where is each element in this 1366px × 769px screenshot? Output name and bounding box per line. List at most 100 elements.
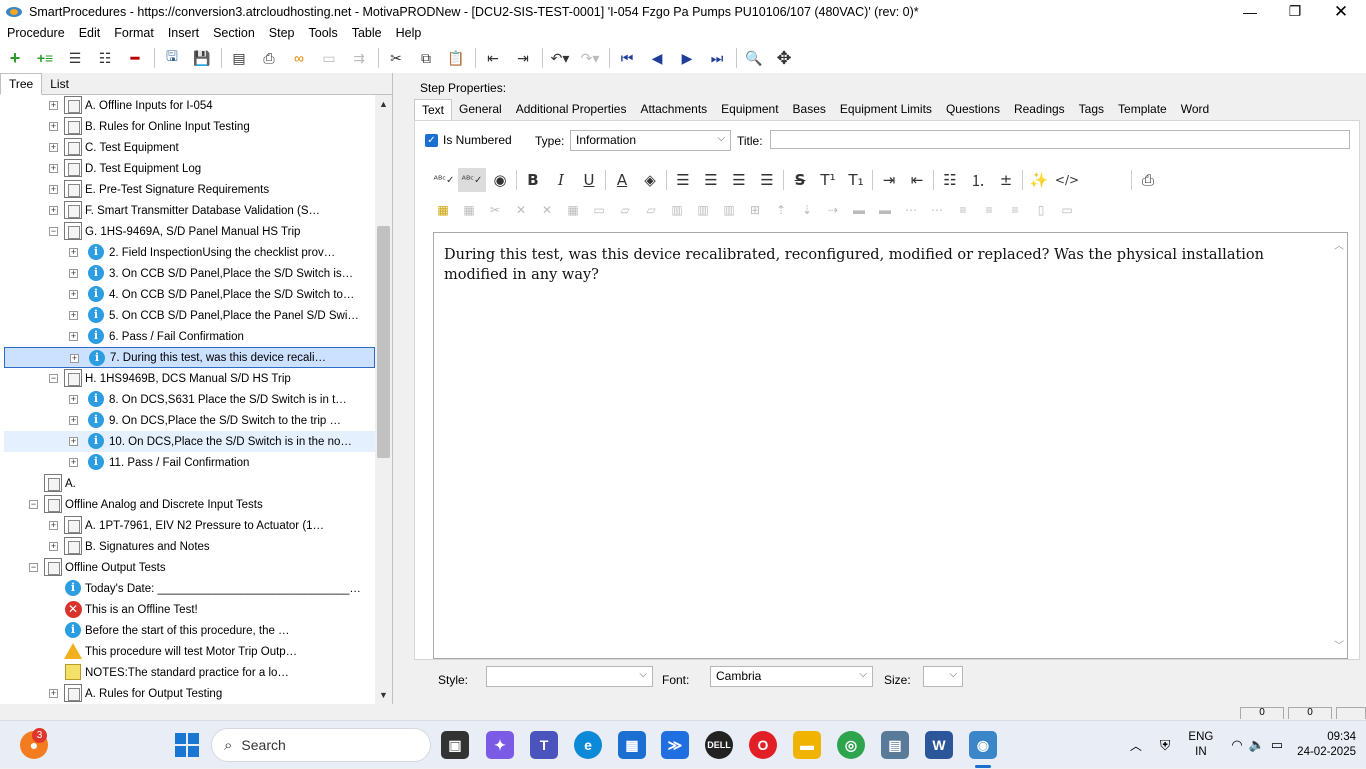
copy-icon[interactable]: ⧉: [415, 47, 437, 69]
remote-desktop-icon[interactable]: ▤: [881, 731, 909, 759]
list-edit-icon[interactable]: ☷: [94, 47, 116, 69]
expand-icon[interactable]: +: [69, 416, 78, 425]
tree-item[interactable]: + A. Offline Inputs for I-054: [4, 95, 375, 116]
expand-icon[interactable]: +: [49, 122, 58, 131]
remove-icon[interactable]: ━: [124, 47, 146, 69]
collapse-icon[interactable]: −: [29, 563, 38, 572]
teams-icon[interactable]: T: [530, 731, 558, 759]
opera-icon[interactable]: O: [749, 731, 777, 759]
expand-icon[interactable]: +: [69, 458, 78, 467]
clock[interactable]: 09:34 24-02-2025: [1297, 730, 1356, 760]
superscript-icon[interactable]: T¹: [814, 168, 842, 192]
tree-item[interactable]: ✕ This is an Offline Test!: [4, 599, 375, 620]
store-icon[interactable]: ▦: [618, 731, 646, 759]
save-icon[interactable]: 💾: [191, 47, 213, 69]
menu-insert[interactable]: Insert: [161, 26, 206, 40]
undo-icon[interactable]: ↶▾: [549, 47, 571, 69]
minimize-button[interactable]: —: [1227, 0, 1273, 23]
font-color-icon[interactable]: A: [608, 168, 636, 192]
tree-item[interactable]: + F. Smart Transmitter Database Validatio…: [4, 200, 375, 221]
tree-item[interactable]: + i 8. On DCS,S631 Place the S/D Switch is…: [4, 389, 375, 410]
expand-icon[interactable]: +: [69, 395, 78, 404]
tree-item[interactable]: NOTES:The standard practice for a lo…: [4, 662, 375, 683]
chevron-up-icon[interactable]: ︿: [1334, 237, 1344, 252]
battery-icon[interactable]: ▭: [1271, 737, 1283, 753]
tree-item[interactable]: + i 11. Pass / Fail Confirmation: [4, 452, 375, 473]
cut-icon[interactable]: ✂: [385, 47, 407, 69]
tab-attachments[interactable]: Attachments: [633, 99, 714, 120]
first-step-icon[interactable]: ⏮: [616, 47, 638, 69]
tab-template[interactable]: Template: [1111, 99, 1174, 120]
scroll-thumb[interactable]: [377, 226, 390, 458]
tree-item[interactable]: i Before the start of this procedure, the…: [4, 620, 375, 641]
expand-icon[interactable]: +: [69, 437, 78, 446]
copilot-icon[interactable]: ✦: [486, 731, 514, 759]
menu-tools[interactable]: Tools: [302, 26, 345, 40]
magic-wand-icon[interactable]: ✨: [1025, 168, 1053, 192]
step-text[interactable]: During this test, was this device recali…: [444, 245, 1329, 285]
title-input[interactable]: [770, 130, 1350, 149]
tree-item[interactable]: + B. Rules for Online Input Testing: [4, 116, 375, 137]
link-icon[interactable]: ∞: [288, 47, 310, 69]
spellcheck-icon[interactable]: ᴬᴮᶜ✓: [430, 168, 458, 192]
tree-item[interactable]: + A. 1PT-7961, EIV N2 Pressure to Actuato…: [4, 515, 375, 536]
tree-item[interactable]: + i 9. On DCS,Place the S/D Switch to the …: [4, 410, 375, 431]
insert-table-icon[interactable]: ▦: [430, 200, 456, 220]
tab-bases[interactable]: Bases: [786, 99, 833, 120]
task-view-icon[interactable]: ▣: [441, 731, 469, 759]
editor-scrollbar[interactable]: ︿ ﹀: [1333, 233, 1347, 658]
tab-tags[interactable]: Tags: [1072, 99, 1111, 120]
tree-item[interactable]: + E. Pre-Test Signature Requirements: [4, 179, 375, 200]
underline-icon[interactable]: U: [575, 168, 603, 192]
tree-item[interactable]: + i 7. During this test, was this device r…: [4, 347, 375, 368]
tree-item[interactable]: − H. 1HS9469B, DCS Manual S/D HS Trip: [4, 368, 375, 389]
menu-edit[interactable]: Edit: [72, 26, 108, 40]
decrease-indent-icon[interactable]: ⇤: [903, 168, 931, 192]
expand-icon[interactable]: +: [49, 185, 58, 194]
smartprocedures-icon[interactable]: ◉: [969, 731, 997, 759]
size-select[interactable]: ⌵: [923, 666, 963, 687]
expand-icon[interactable]: +: [69, 332, 78, 341]
indent-icon[interactable]: ⇥: [512, 47, 534, 69]
strikethrough-icon[interactable]: S: [786, 168, 814, 192]
menu-procedure[interactable]: Procedure: [0, 26, 72, 40]
menu-format[interactable]: Format: [107, 26, 161, 40]
chevron-up-icon[interactable]: ︿: [1130, 737, 1142, 754]
add-icon[interactable]: +: [4, 47, 26, 69]
move-icon[interactable]: ✥: [773, 47, 795, 69]
tab-text[interactable]: Text: [414, 99, 453, 120]
highlight-color-icon[interactable]: ◈: [636, 168, 664, 192]
power-automate-icon[interactable]: ≫: [661, 731, 689, 759]
collapse-icon[interactable]: −: [49, 227, 58, 236]
file-explorer-icon[interactable]: ▬: [793, 731, 821, 759]
type-select[interactable]: Information ⌵: [570, 130, 731, 151]
add-child-icon[interactable]: +≡: [34, 47, 56, 69]
windows-start-icon[interactable]: [173, 731, 201, 759]
dell-icon[interactable]: DELL: [705, 731, 733, 759]
align-left-icon[interactable]: ☰: [669, 168, 697, 192]
menu-help[interactable]: Help: [389, 26, 429, 40]
tree-item[interactable]: + i 5. On CCB S/D Panel,Place the Panel S/…: [4, 305, 375, 326]
edge-icon[interactable]: e: [574, 731, 602, 759]
html-source-icon[interactable]: </>: [1053, 168, 1081, 192]
word-icon[interactable]: W: [925, 731, 953, 759]
tree-item[interactable]: + i 3. On CCB S/D Panel,Place the S/D Swit…: [4, 263, 375, 284]
align-center-icon[interactable]: ☰: [697, 168, 725, 192]
expand-icon[interactable]: +: [49, 689, 58, 698]
expand-icon[interactable]: +: [49, 542, 58, 551]
outdent-icon[interactable]: ⇤: [482, 47, 504, 69]
print-icon[interactable]: ⎙: [258, 47, 280, 69]
wifi-icon[interactable]: ◠: [1231, 737, 1242, 753]
spellcheck-as-you-type-icon[interactable]: ᴬᴮᶜ✓: [458, 168, 486, 192]
align-right-icon[interactable]: ☰: [725, 168, 753, 192]
expand-icon[interactable]: +: [69, 290, 78, 299]
is-numbered-checkbox[interactable]: ✓ Is Numbered: [425, 131, 512, 149]
list-icon[interactable]: ☰: [64, 47, 86, 69]
step-text-editor[interactable]: During this test, was this device recali…: [433, 232, 1348, 659]
expand-icon[interactable]: +: [49, 521, 58, 530]
style-select[interactable]: ⌵: [486, 666, 653, 687]
tab-tree[interactable]: Tree: [0, 73, 43, 95]
subscript-icon[interactable]: T₁: [842, 168, 870, 192]
scroll-up-icon[interactable]: ▲: [379, 99, 388, 109]
italic-icon[interactable]: I: [547, 168, 575, 192]
